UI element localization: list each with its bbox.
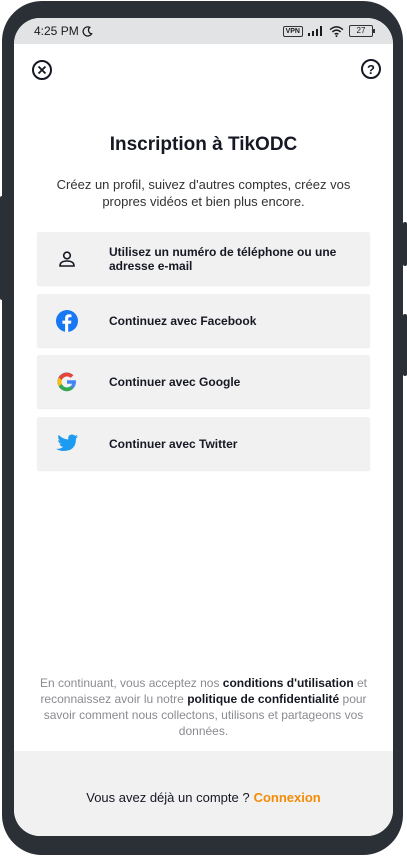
status-time: 4:25 PM — [34, 24, 79, 38]
twitter-signup-button[interactable]: Continuer avec Twitter — [37, 417, 370, 470]
login-link[interactable]: Connexion — [254, 790, 321, 805]
terms-link[interactable]: conditions d'utilisation — [223, 676, 354, 690]
status-bar: 4:25 PM VPN 27 — [14, 18, 393, 44]
page-subtitle: Créez un profil, suivez d'autres comptes… — [56, 177, 351, 209]
option-label: Continuez avec Facebook — [109, 313, 257, 328]
person-icon — [55, 247, 79, 271]
legal-text: En continuant, vous acceptez nos conditi… — [36, 675, 371, 739]
phone-side-button-right-upper — [403, 222, 407, 266]
facebook-icon — [55, 309, 79, 333]
privacy-link[interactable]: politique de confidentialité — [187, 692, 339, 706]
status-right: VPN 27 — [282, 25, 375, 37]
phone-side-button-left — [0, 196, 4, 300]
login-prompt: Vous avez déjà un compte ? — [86, 790, 250, 805]
legal-text-part: En continuant, vous acceptez nos — [40, 676, 223, 690]
signal-icon — [308, 26, 322, 36]
screen: 4:25 PM VPN 27 ? Inscription à TikODC Cr… — [14, 18, 393, 836]
help-icon[interactable]: ? — [361, 59, 381, 79]
help-glyph: ? — [367, 61, 375, 77]
google-icon — [55, 370, 79, 394]
phone-email-signup-button[interactable]: Utilisez un numéro de téléphone ou une a… — [37, 232, 370, 285]
option-label: Utilisez un numéro de téléphone ou une a… — [109, 244, 337, 273]
google-signup-button[interactable]: Continuer avec Google — [37, 355, 370, 408]
phone-side-button-right-lower — [403, 314, 407, 376]
twitter-icon — [55, 432, 79, 456]
option-label: Continuer avec Twitter — [109, 436, 238, 451]
moon-icon — [82, 25, 93, 37]
wifi-icon — [329, 25, 344, 37]
facebook-signup-button[interactable]: Continuez avec Facebook — [37, 294, 370, 347]
page-title: Inscription à TikODC — [109, 134, 298, 155]
battery-icon: 27 — [349, 25, 375, 37]
status-left: 4:25 PM — [34, 24, 93, 38]
footer: Vous avez déjà un compte ? Connexion — [14, 751, 393, 836]
vpn-badge: VPN — [282, 25, 303, 37]
option-label: Continuer avec Google — [109, 374, 241, 389]
close-icon[interactable] — [32, 60, 52, 80]
